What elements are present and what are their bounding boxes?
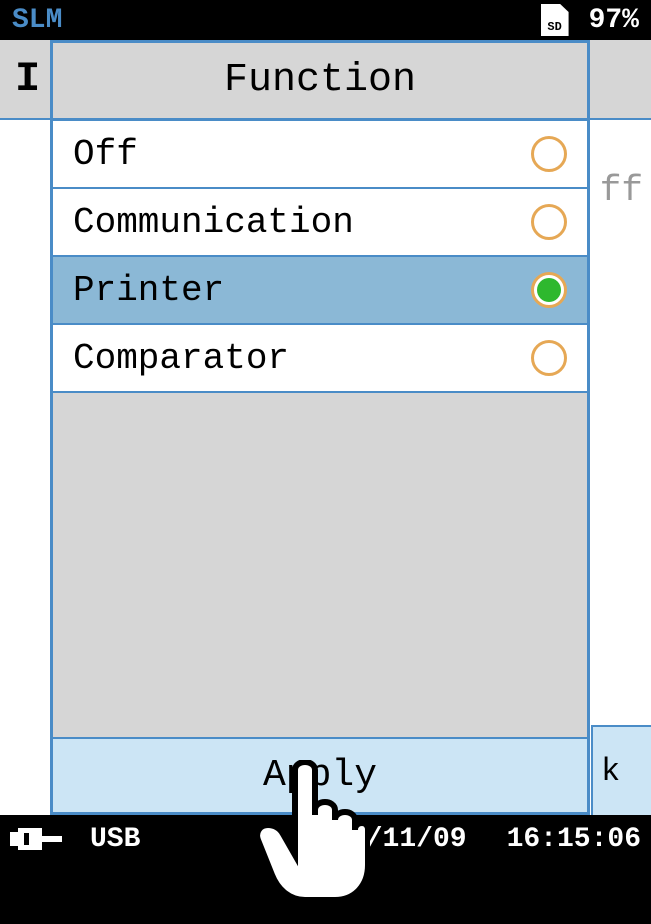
radio-icon	[531, 340, 567, 376]
black-bottom	[0, 863, 651, 924]
connection-label: USB	[90, 824, 140, 855]
battery-level: 97%	[589, 5, 639, 36]
dialog-title: Function	[53, 43, 587, 121]
background-right-text: ff	[600, 170, 643, 211]
status-bar: SLM SD 97%	[0, 0, 651, 40]
date-label: /11/09	[366, 824, 467, 855]
option-off[interactable]: Off	[53, 121, 587, 189]
bottom-bar: USB /11/09 16:15:06	[0, 815, 651, 863]
spacer	[53, 393, 587, 737]
sd-card-icon: SD	[541, 4, 569, 36]
option-label: Off	[73, 134, 138, 175]
status-right: SD 97%	[541, 4, 639, 36]
apply-button[interactable]: Apply	[53, 737, 587, 812]
time-label: 16:15:06	[507, 824, 641, 855]
connector-icon	[10, 824, 70, 854]
function-dialog: Function Off Communication Printer Compa…	[50, 40, 590, 815]
mode-label: SLM	[12, 5, 62, 36]
radio-icon-checked	[531, 272, 567, 308]
option-list: Off Communication Printer Comparator	[53, 121, 587, 393]
option-printer[interactable]: Printer	[53, 257, 587, 325]
option-label: Printer	[73, 270, 224, 311]
radio-icon	[531, 204, 567, 240]
option-comparator[interactable]: Comparator	[53, 325, 587, 393]
radio-icon	[531, 136, 567, 172]
option-label: Communication	[73, 202, 354, 243]
main-area: I ff k Function Off Communication Printe…	[0, 40, 651, 815]
background-right-k[interactable]: k	[591, 725, 651, 815]
option-communication[interactable]: Communication	[53, 189, 587, 257]
option-label: Comparator	[73, 338, 289, 379]
